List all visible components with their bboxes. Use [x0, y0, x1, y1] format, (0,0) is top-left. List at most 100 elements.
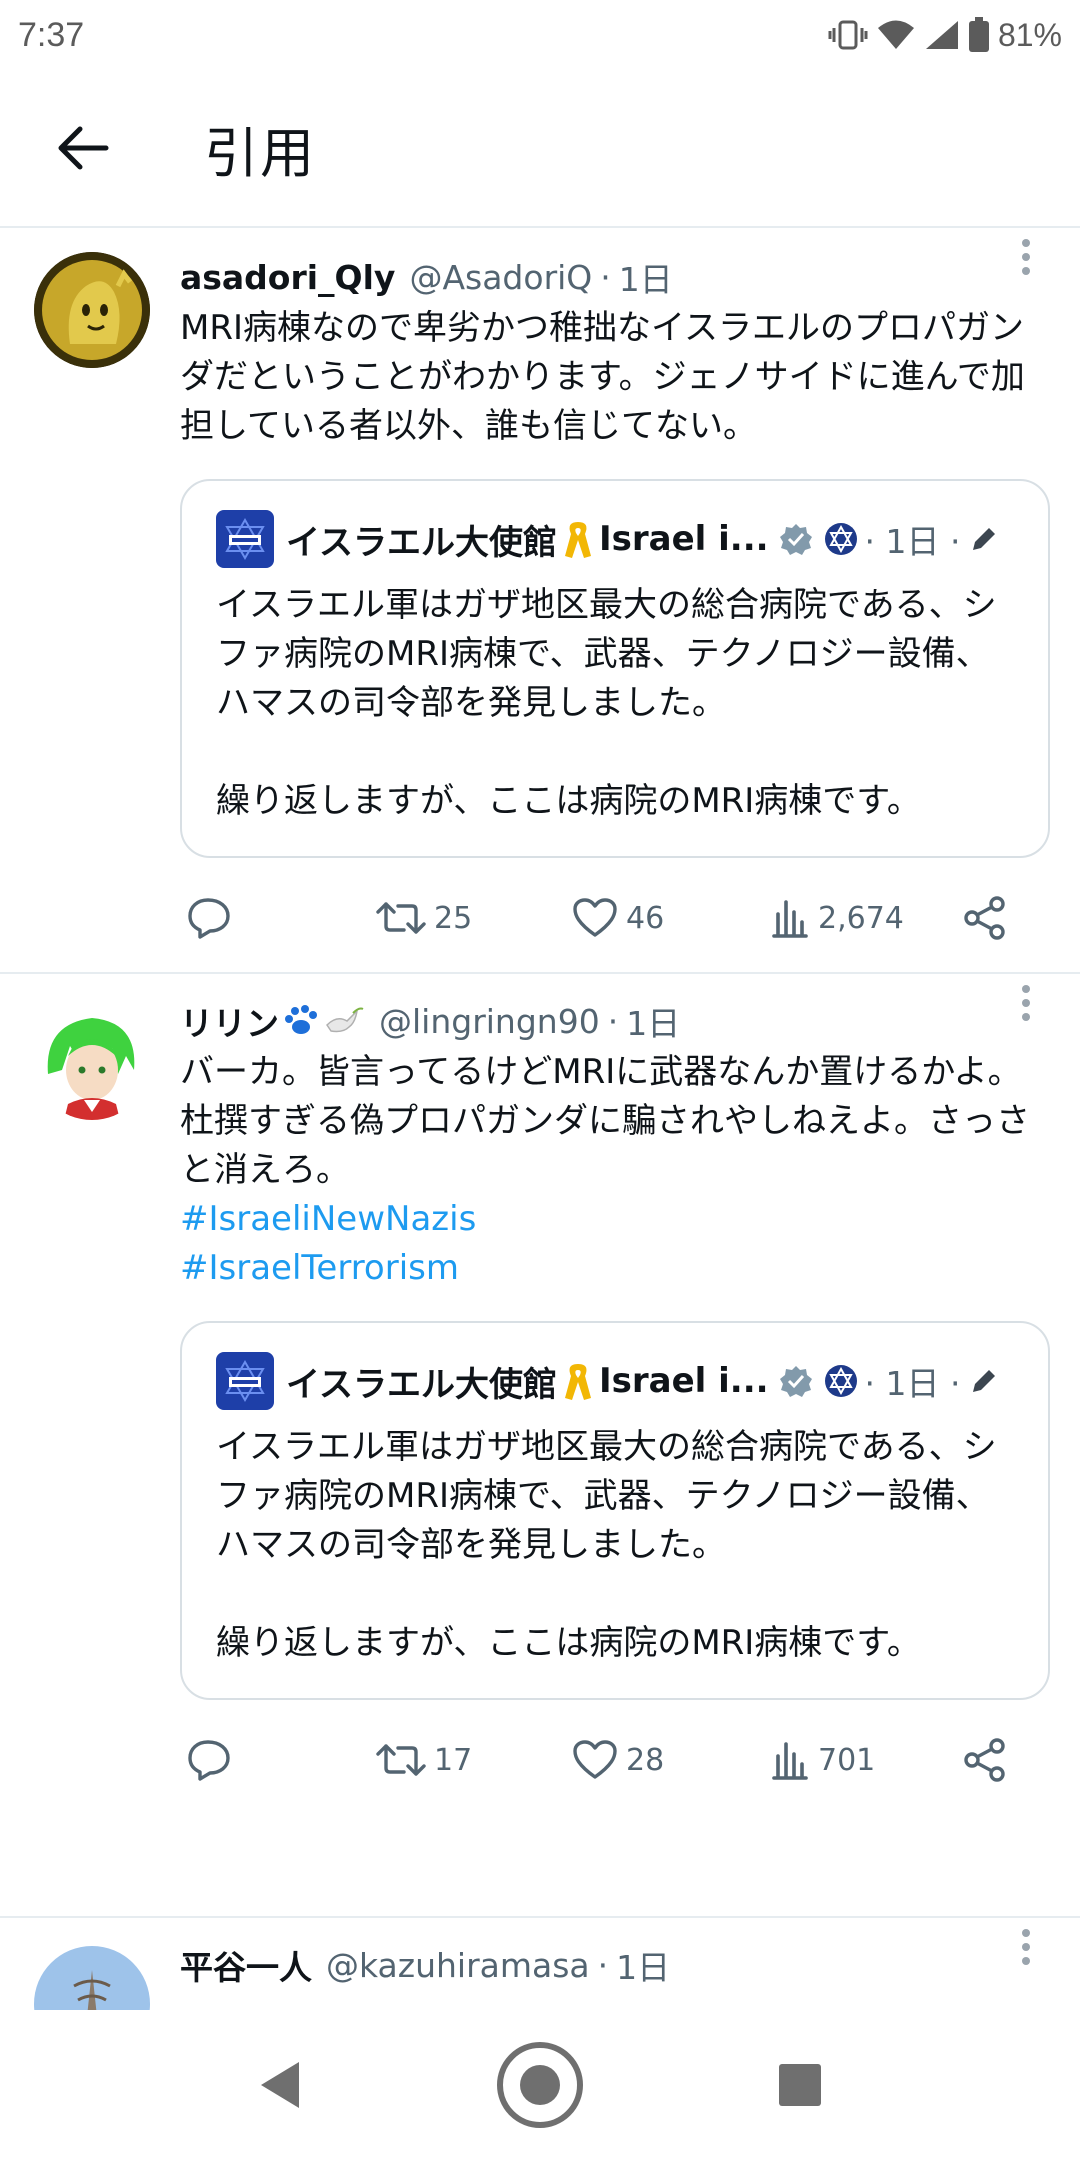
user-handle[interactable]: @AsadoriQ: [409, 258, 592, 297]
display-name[interactable]: リリン: [180, 997, 279, 1045]
square-recents-icon: [779, 2064, 821, 2106]
verified-badge-icon: [779, 1366, 812, 1397]
heart-icon: [573, 898, 617, 937]
post-text: バーカ。皆言ってるけどMRIに武器なんか置けるかよ。 杜撰すぎる偽プロパガンダに…: [180, 1052, 1030, 1190]
paw-icon: [285, 1005, 317, 1034]
affiliate-badge-icon: [824, 1365, 857, 1397]
post[interactable]: asadori_Qly @AsadoriQ · 1日 MRI病棟なので卑劣かつ稚…: [0, 228, 1080, 974]
post-text: MRI病棟なので卑劣かつ稚拙なイスラエルのプロパガンダだということがわかります。…: [180, 308, 1025, 446]
status-icons: 81%: [828, 17, 1062, 54]
more-options-button[interactable]: [1006, 232, 1046, 282]
like-button[interactable]: 46: [572, 897, 664, 939]
quoted-time-value: 1日: [885, 1364, 940, 1403]
retweet-count: 25: [434, 900, 473, 936]
edit-pencil-icon: [972, 1370, 995, 1392]
hashtag-link[interactable]: #IsraeliNewNazis: [180, 1195, 1050, 1244]
separator-dot: ·: [597, 1945, 609, 1985]
system-navigation-bar: [0, 2010, 1080, 2160]
views-button[interactable]: 2,674: [770, 898, 904, 938]
post-actions: 25 46 2,674: [180, 858, 1050, 978]
post-header: 平谷一人 @kazuhiramasa · 1日: [180, 1938, 1050, 1992]
battery-percent: 81%: [997, 16, 1062, 53]
post-header: リリン @lingringn90 · 1日: [180, 994, 1050, 1048]
nav-recents-button[interactable]: [750, 2035, 850, 2135]
quoted-display-name-suffix: Israel i...: [598, 519, 769, 559]
quoted-post[interactable]: イスラエル大使館 Israel i... · 1日 · イスラエル軍はガザ地区最…: [180, 1321, 1050, 1700]
post-time[interactable]: 1日: [619, 253, 673, 301]
yellow-ribbon-icon: [564, 1364, 591, 1400]
retweet-icon: [376, 902, 426, 934]
edit-pencil-icon: [972, 528, 995, 550]
hashtag-link[interactable]: #IsraelTerrorism: [180, 1244, 1050, 1293]
top-app-bar: 引用: [0, 70, 1080, 228]
more-options-button[interactable]: [1006, 978, 1046, 1028]
analytics-icon: [772, 1742, 808, 1780]
battery-icon: [968, 17, 989, 52]
quoted-avatar: [216, 1352, 274, 1410]
retweet-icon: [376, 1744, 426, 1776]
retweet-count: 17: [434, 1742, 473, 1778]
share-button[interactable]: [962, 1737, 1008, 1783]
avatar[interactable]: [34, 252, 150, 368]
status-time: 7:37: [18, 15, 85, 54]
hashtag-list: #IsraeliNewNazis #IsraelTerrorism: [180, 1195, 1050, 1293]
quoted-display-name: イスラエル大使館: [286, 522, 557, 563]
separator-dot: ·: [607, 1001, 619, 1041]
back-button[interactable]: [42, 108, 122, 188]
page-title: 引用: [204, 121, 316, 185]
nav-back-button[interactable]: [230, 2035, 330, 2135]
avatar[interactable]: [34, 1004, 150, 1120]
quoted-post-header: イスラエル大使館 Israel i... · 1日 ·: [216, 1349, 1016, 1413]
like-button[interactable]: 28: [572, 1739, 664, 1781]
quoted-display-name: イスラエル大使館: [286, 1364, 557, 1405]
post-header: asadori_Qly @AsadoriQ · 1日: [180, 250, 1050, 304]
separator-dot: ·: [600, 257, 611, 297]
post-time[interactable]: 1日: [626, 997, 680, 1045]
wifi-icon: [877, 20, 914, 49]
view-count: 701: [818, 1742, 876, 1778]
more-options-button[interactable]: [1006, 1922, 1046, 1972]
quoted-display-name-suffix: Israel i...: [598, 1361, 769, 1401]
status-bar: 7:37 81%: [0, 0, 1080, 70]
quote-list[interactable]: asadori_Qly @AsadoriQ · 1日 MRI病棟なので卑劣かつ稚…: [0, 228, 1080, 2010]
like-count: 46: [626, 900, 665, 936]
post[interactable]: 平谷一人 @kazuhiramasa · 1日: [0, 1918, 1080, 2010]
nav-home-button[interactable]: [490, 2035, 590, 2135]
quoted-text: イスラエル軍はガザ地区最大の総合病院である、シファ病院のMRI病棟で、武器、テク…: [216, 585, 997, 821]
heart-icon: [573, 1740, 617, 1779]
retweet-button[interactable]: 17: [376, 1740, 472, 1780]
home-circle-icon: [497, 2042, 583, 2128]
share-button[interactable]: [962, 895, 1008, 941]
post[interactable]: リリン @lingringn90 · 1日 バーカ。皆言ってるけどMRIに武器な…: [0, 974, 1080, 1918]
view-count: 2,674: [818, 900, 904, 936]
quoted-post[interactable]: イスラエル大使館 Israel i... · 1日 · イスラエル軍はガザ地区最…: [180, 479, 1050, 858]
affiliate-badge-icon: [824, 523, 857, 555]
post-actions: 17 28 701: [180, 1700, 1050, 1820]
share-icon: [964, 1738, 1005, 1782]
reply-button[interactable]: [186, 1738, 232, 1782]
yellow-ribbon-icon: [564, 522, 591, 558]
reply-icon: [188, 898, 230, 939]
quoted-time-value: 1日: [885, 522, 940, 561]
arrow-left-icon: [58, 126, 109, 170]
quoted-post-header: イスラエル大使館 Israel i... · 1日 ·: [216, 507, 1016, 571]
quoted-text: イスラエル軍はガザ地区最大の総合病院である、シファ病院のMRI病棟で、武器、テク…: [216, 1427, 997, 1663]
triangle-back-icon: [261, 2062, 299, 2108]
quoted-time: · 1日 ·: [864, 522, 961, 561]
dove-icon: [326, 1007, 364, 1033]
views-button[interactable]: 701: [770, 1740, 875, 1780]
signal-icon: [925, 21, 958, 49]
user-handle[interactable]: @kazuhiramasa: [326, 1946, 590, 1985]
display-name[interactable]: asadori_Qly: [180, 258, 395, 297]
quoted-time: · 1日 ·: [864, 1364, 961, 1403]
display-name[interactable]: 平谷一人: [180, 1941, 312, 1989]
vibrate-icon: [828, 20, 868, 50]
reply-icon: [188, 1740, 230, 1781]
post-time[interactable]: 1日: [616, 1941, 670, 1989]
reply-button[interactable]: [186, 896, 232, 940]
retweet-button[interactable]: 25: [376, 898, 472, 938]
user-handle[interactable]: @lingringn90: [379, 1002, 600, 1041]
avatar[interactable]: [34, 1946, 150, 2010]
like-count: 28: [626, 1742, 665, 1778]
analytics-icon: [772, 900, 808, 938]
